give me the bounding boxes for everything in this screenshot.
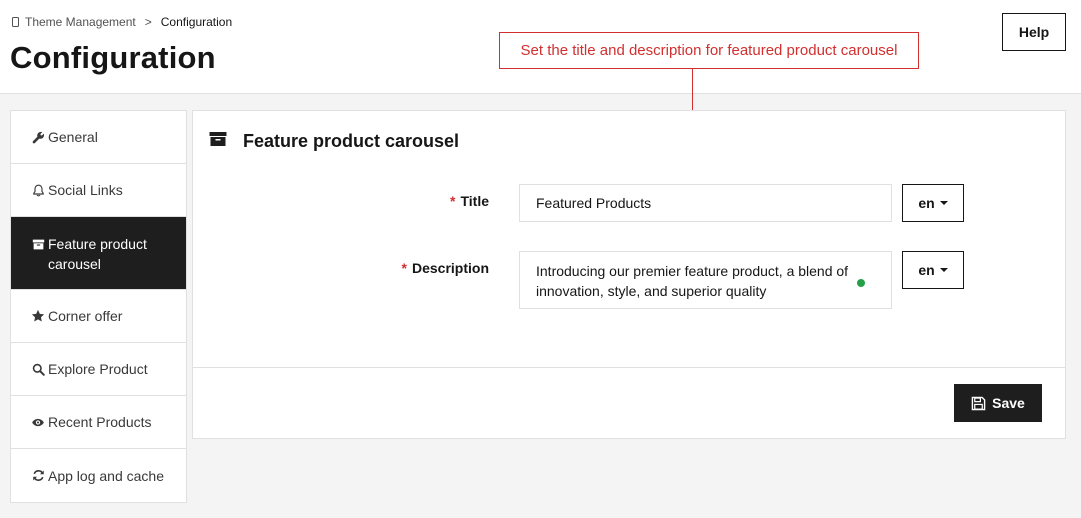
save-button[interactable]: Save	[954, 384, 1042, 422]
breadcrumb-current: Configuration	[160, 15, 233, 29]
annotation-callout: Set the title and description for featur…	[499, 32, 919, 69]
config-panel: Feature product carousel * Title Featured…	[192, 110, 1066, 439]
sidebar-item-social-links[interactable]: Social Links	[11, 164, 186, 217]
description-label: * Description	[343, 260, 489, 276]
sidebar-item-label: Corner offer	[48, 308, 123, 324]
sidebar-item-label: Social Links	[48, 182, 123, 198]
sidebar-item-recent-products[interactable]: Recent Products	[11, 396, 186, 449]
save-label: Save	[992, 395, 1025, 411]
star-icon	[31, 309, 45, 323]
breadcrumb-parent[interactable]: Theme Management	[25, 15, 136, 29]
required-mark: *	[450, 193, 456, 209]
description-language-dropdown[interactable]: en	[902, 251, 964, 289]
sidebar-item-feature-product-carousel[interactable]: Feature product carousel	[11, 217, 186, 290]
sidebar-item-explore-product[interactable]: Explore Product	[11, 343, 186, 396]
caret-down-icon	[939, 268, 948, 272]
description-label-text: Description	[411, 260, 489, 276]
floppy-disk-icon	[971, 396, 986, 410]
title-input-value: Featured Products	[536, 195, 652, 211]
description-textarea[interactable]: Introducing our premier feature product,…	[519, 251, 892, 309]
status-dot	[857, 279, 865, 287]
panel-title: Feature product carousel	[243, 131, 460, 151]
title-label-text: Title	[460, 193, 489, 209]
title-input[interactable]: Featured Products	[519, 184, 892, 222]
title-language-dropdown[interactable]: en	[902, 184, 964, 222]
wrench-icon	[31, 130, 45, 144]
description-textarea-value: Introducing our premier feature product,…	[536, 263, 849, 299]
refresh-icon	[31, 469, 45, 483]
sidebar-item-app-log-and-cache[interactable]: App log and cache	[11, 449, 186, 502]
sidebar-item-label: App log and cache	[48, 467, 164, 484]
archive-box-icon	[31, 237, 45, 251]
sidebar-item-label: Explore Product	[48, 361, 148, 377]
required-mark: *	[401, 260, 407, 276]
panel-divider	[193, 367, 1065, 368]
eye-icon	[31, 415, 45, 429]
search-icon	[31, 362, 45, 376]
language-code: en	[918, 195, 935, 211]
sidebar-item-label: Recent Products	[48, 414, 152, 430]
mobile-icon	[12, 17, 19, 27]
breadcrumb-separator: >	[144, 15, 152, 29]
language-code: en	[918, 262, 935, 278]
settings-sidebar: General Social Links Feature product car…	[10, 110, 187, 503]
sidebar-item-label: General	[48, 129, 98, 145]
bell-icon	[31, 183, 45, 197]
title-label: * Title	[393, 193, 489, 209]
page-title: Configuration	[10, 40, 216, 75]
sidebar-item-label: Feature product carousel	[48, 236, 147, 272]
caret-down-icon	[939, 201, 948, 205]
panel-header: Feature product carousel	[209, 131, 459, 152]
sidebar-item-corner-offer[interactable]: Corner offer	[11, 290, 186, 343]
breadcrumb: Theme Management > Configuration	[12, 15, 232, 29]
help-button[interactable]: Help	[1002, 13, 1066, 51]
archive-box-icon	[209, 131, 227, 152]
sidebar-item-general[interactable]: General	[11, 111, 186, 164]
